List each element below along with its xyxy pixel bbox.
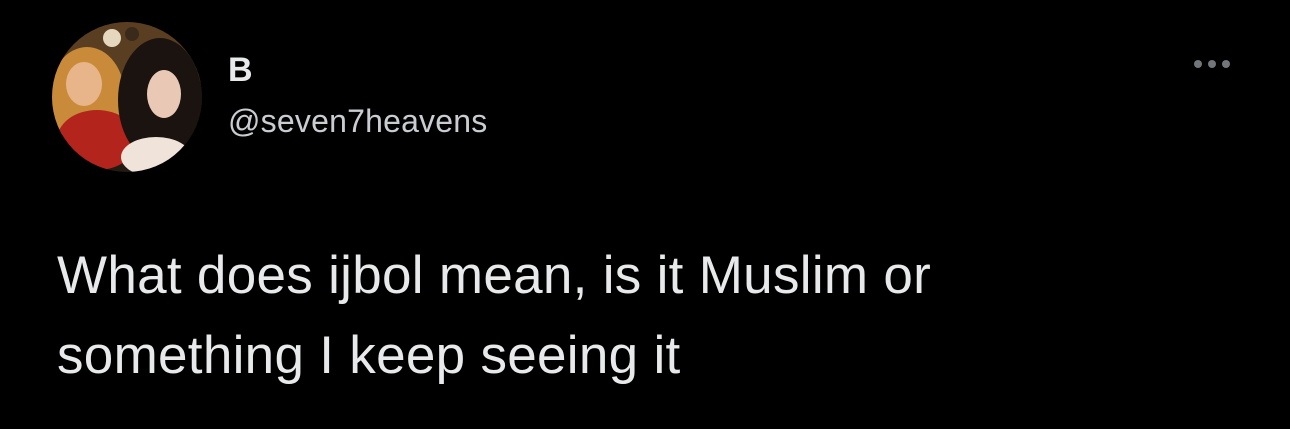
avatar[interactable] [52, 22, 202, 172]
tweet-text: What does ijbol mean, is it Muslim or so… [57, 246, 932, 385]
display-name[interactable]: B [228, 50, 253, 90]
ellipsis-icon [1208, 60, 1216, 68]
profile-photo-icon [52, 22, 202, 172]
ellipsis-icon [1194, 60, 1202, 68]
more-options-button[interactable] [1186, 50, 1238, 78]
ellipsis-icon [1222, 60, 1230, 68]
user-handle[interactable]: @seven7heavens [228, 102, 487, 140]
tweet-card: B @seven7heavens What does ijbol mean, i… [0, 0, 1290, 429]
